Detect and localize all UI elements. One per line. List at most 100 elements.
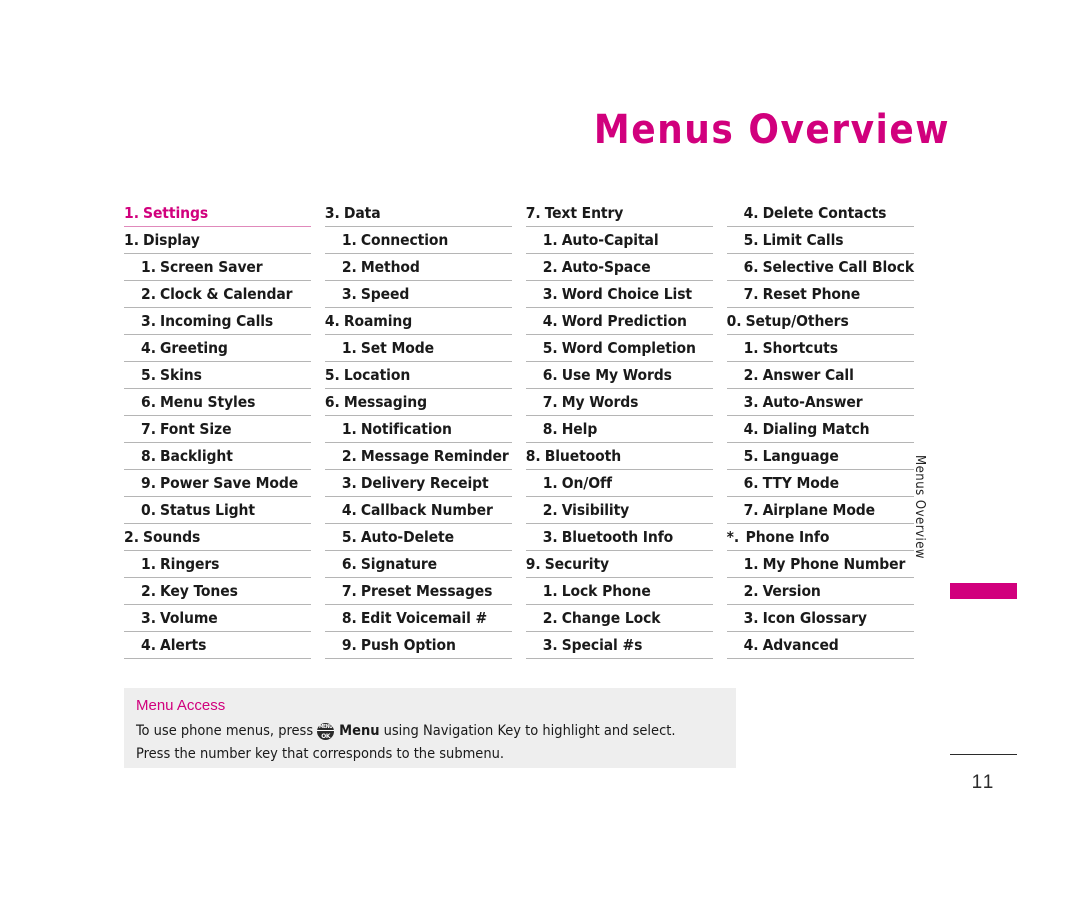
menu-item-label: Visibility [561, 501, 630, 519]
menu-item[interactable]: 0. Setup/Others [726, 308, 914, 335]
menu-item[interactable]: 6. Messaging [324, 389, 512, 416]
menu-item-label: Key Tones [160, 582, 238, 600]
menu-item[interactable]: 3. Delivery Receipt [324, 470, 512, 497]
menu-item-label: Dialing Match [762, 420, 870, 438]
menu-access-line-1: To use phone menus, press MENU OK Menu u… [136, 720, 724, 743]
menu-item[interactable]: *. Phone Info [726, 524, 914, 551]
menu-item-label: Method [360, 258, 420, 276]
menu-item[interactable]: 3. Word Choice List [525, 281, 713, 308]
menu-item[interactable]: 5. Language [726, 443, 914, 470]
menu-item[interactable]: 2. Answer Call [726, 362, 914, 389]
menu-item-label: Airplane Mode [762, 501, 876, 519]
menu-item[interactable]: 1. Auto-Capital [525, 227, 713, 254]
menu-item-label: Edit Voicemail # [360, 609, 488, 627]
menu-item[interactable]: 2. Key Tones [124, 578, 311, 605]
menu-item-number: 1. [141, 555, 157, 573]
menu-item-label: Phone Info [745, 528, 830, 546]
menu-item[interactable]: 6. Selective Call Block [726, 254, 914, 281]
menu-item[interactable]: 3. Icon Glossary [726, 605, 914, 632]
menu-item[interactable]: 4. Word Prediction [525, 308, 713, 335]
menu-item[interactable]: 1. Set Mode [324, 335, 512, 362]
menu-item[interactable]: 4. Alerts [124, 632, 311, 659]
menu-item-number: 1. [743, 555, 759, 573]
menu-item-label: On/Off [561, 474, 612, 492]
menu-item[interactable]: 4. Dialing Match [726, 416, 914, 443]
menu-item[interactable]: 0. Status Light [124, 497, 311, 524]
menu-item[interactable]: 9. Security [525, 551, 713, 578]
menu-item[interactable]: 3. Speed [324, 281, 512, 308]
menu-item[interactable]: 5. Location [324, 362, 512, 389]
menu-item[interactable]: 2. Change Lock [525, 605, 713, 632]
menu-item[interactable]: 4. Delete Contacts [726, 200, 914, 227]
menu-item[interactable]: 4. Advanced [726, 632, 914, 659]
menu-item[interactable]: 6. TTY Mode [726, 470, 914, 497]
menu-item[interactable]: 3. Auto-Answer [726, 389, 914, 416]
menu-item[interactable]: 6. Use My Words [525, 362, 713, 389]
menu-item[interactable]: 5. Limit Calls [726, 227, 914, 254]
menu-item[interactable]: 1. On/Off [525, 470, 713, 497]
menu-item[interactable]: 3. Data [324, 200, 512, 227]
menu-item-number: 6. [743, 474, 759, 492]
menu-item[interactable]: 2. Version [726, 578, 914, 605]
menu-item[interactable]: 5. Word Completion [525, 335, 713, 362]
menu-item-number: 6. [542, 366, 558, 384]
menu-item[interactable]: 3. Volume [124, 605, 311, 632]
menu-item-number: 1. [542, 582, 558, 600]
menu-item-label: My Words [561, 393, 639, 411]
menu-item[interactable]: 2. Clock & Calendar [124, 281, 311, 308]
menu-item[interactable]: 8. Backlight [124, 443, 311, 470]
menu-item[interactable]: 3. Special #s [525, 632, 713, 659]
menu-item[interactable]: 7. Airplane Mode [726, 497, 914, 524]
menu-item-number: 0. [141, 501, 157, 519]
menu-item[interactable]: 1. Notification [324, 416, 512, 443]
menu-item[interactable]: 2. Auto-Space [525, 254, 713, 281]
menu-item[interactable]: 1. Display [124, 227, 311, 254]
menu-item-number: 4. [141, 636, 157, 654]
menu-item-number: 5. [341, 528, 357, 546]
menu-item[interactable]: 3. Incoming Calls [124, 308, 311, 335]
menu-item[interactable]: 1. Screen Saver [124, 254, 311, 281]
menu-item[interactable]: 6. Signature [324, 551, 512, 578]
menu-item[interactable]: 5. Skins [124, 362, 311, 389]
menu-item[interactable]: 7. My Words [525, 389, 713, 416]
menu-item[interactable]: 7. Preset Messages [324, 578, 512, 605]
menu-item[interactable]: 3. Bluetooth Info [525, 524, 713, 551]
menu-item[interactable]: 8. Edit Voicemail # [324, 605, 512, 632]
menu-item-label: Volume [160, 609, 218, 627]
menu-item-number: 7. [525, 204, 541, 222]
menu-item[interactable]: 4. Roaming [324, 308, 512, 335]
menu-item[interactable]: 1. My Phone Number [726, 551, 914, 578]
menu-item[interactable]: 4. Greeting [124, 335, 311, 362]
menu-item[interactable]: 1. Lock Phone [525, 578, 713, 605]
side-tab-label: Menus Overview [912, 455, 927, 559]
menu-item[interactable]: 7. Font Size [124, 416, 311, 443]
menu-item[interactable]: 1. Shortcuts [726, 335, 914, 362]
menu-item[interactable]: 8. Bluetooth [525, 443, 713, 470]
menu-item[interactable]: 2. Method [324, 254, 512, 281]
menu-item[interactable]: 4. Callback Number [324, 497, 512, 524]
menu-item[interactable]: 2. Sounds [124, 524, 311, 551]
menu-item-label: Change Lock [561, 609, 661, 627]
menu-item-number: 1. [124, 204, 140, 222]
menu-item-label: Settings [143, 204, 209, 222]
menu-item-label: Version [762, 582, 821, 600]
menu-item[interactable]: 1. Ringers [124, 551, 311, 578]
menu-item-number: 2. [743, 582, 759, 600]
page-number-rule [950, 754, 1017, 755]
menu-item[interactable]: 1. Connection [324, 227, 512, 254]
menu-item[interactable]: 7. Reset Phone [726, 281, 914, 308]
menu-item[interactable]: 2. Visibility [525, 497, 713, 524]
menu-item[interactable]: 8. Help [525, 416, 713, 443]
menu-item[interactable]: 6. Menu Styles [124, 389, 311, 416]
menu-item[interactable]: 9. Push Option [324, 632, 512, 659]
menu-item-number: 1. [341, 231, 357, 249]
menu-item[interactable]: 5. Auto-Delete [324, 524, 512, 551]
menu-item[interactable]: 7. Text Entry [525, 200, 713, 227]
menu-item-number: 6. [743, 258, 759, 276]
menu-item-label: Incoming Calls [160, 312, 274, 330]
menu-item-number: 4. [324, 312, 340, 330]
menu-item[interactable]: 9. Power Save Mode [124, 470, 311, 497]
menu-item[interactable]: 1. Settings [124, 200, 311, 227]
menu-item[interactable]: 2. Message Reminder [324, 443, 512, 470]
menu-item-label: Data [343, 204, 381, 222]
